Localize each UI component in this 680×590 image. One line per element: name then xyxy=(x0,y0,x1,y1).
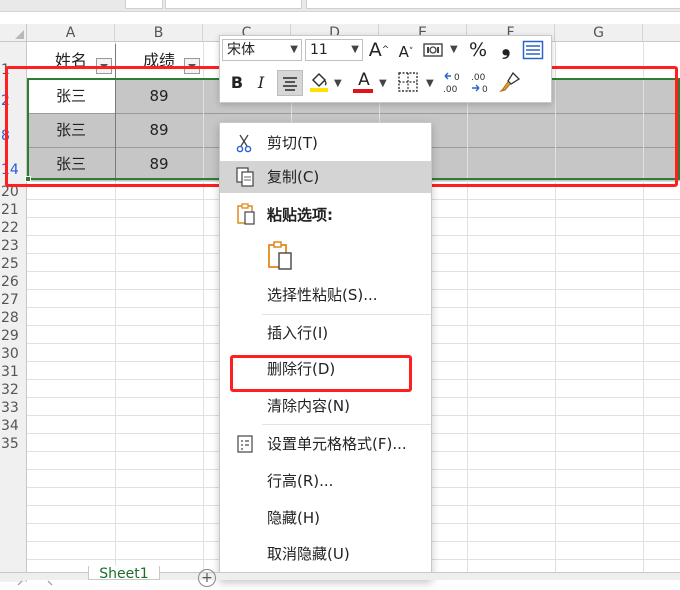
inc-decimal-label: .00 xyxy=(443,85,458,95)
row-header[interactable]: 26 xyxy=(0,273,27,291)
chevron-down-icon: ▼ xyxy=(290,44,298,55)
comma-style-button[interactable]: ❟ xyxy=(496,36,516,62)
row-header[interactable]: 34 xyxy=(0,417,27,435)
menu-separator xyxy=(262,314,431,315)
plus-icon: + xyxy=(201,570,213,586)
chevron-left-icon xyxy=(17,580,53,586)
paste-button[interactable] xyxy=(266,240,296,272)
annotation-box-delete-row xyxy=(230,355,412,392)
increase-decimal-button[interactable]: 0 .00 xyxy=(441,70,465,96)
clipboard-icon xyxy=(236,202,256,226)
paste-clipboard-icon xyxy=(268,241,292,270)
formula-input-edge[interactable] xyxy=(306,0,680,9)
menu-separator xyxy=(262,424,431,425)
decrease-decimal-button[interactable]: .00 0 xyxy=(469,70,493,96)
row-header[interactable]: 23 xyxy=(0,237,27,255)
menu-label: 取消隐藏(U) xyxy=(267,545,350,563)
wrap-text-button[interactable] xyxy=(522,40,544,60)
fill-color-bar xyxy=(310,88,328,92)
sheet-nav-arrows[interactable] xyxy=(4,574,64,586)
menu-label: 隐藏(H) xyxy=(267,509,320,527)
dec-decimal-label: .00 xyxy=(471,73,486,83)
menu-label: 剪切(T) xyxy=(267,134,318,152)
number-format-button[interactable] xyxy=(423,41,445,59)
percent-button[interactable]: % xyxy=(466,38,490,62)
row-header[interactable]: 33 xyxy=(0,399,27,417)
font-color-bar xyxy=(353,89,373,93)
scissors-icon xyxy=(236,133,252,153)
row-header[interactable]: 25 xyxy=(0,255,27,273)
column-header-a[interactable]: A xyxy=(27,24,115,42)
row-header[interactable]: 29 xyxy=(0,327,27,345)
add-sheet-button[interactable]: + xyxy=(198,569,216,587)
format-painter-button[interactable] xyxy=(498,70,522,94)
row-header[interactable]: 21 xyxy=(0,201,27,219)
menu-label: 行高(R)... xyxy=(267,472,334,490)
align-center-button[interactable] xyxy=(277,70,303,96)
currency-format-icon xyxy=(423,43,443,57)
menu-item-paste-special[interactable]: 选择性粘贴(S)... xyxy=(220,279,431,311)
shrink-font-button[interactable]: A˅ xyxy=(396,40,416,62)
formula-bar-strip xyxy=(0,0,680,12)
column-header-b[interactable]: B xyxy=(115,24,203,42)
align-center-icon xyxy=(283,77,297,91)
select-all-corner[interactable] xyxy=(0,24,27,42)
svg-text:0: 0 xyxy=(482,85,488,95)
row-header[interactable]: 22 xyxy=(0,219,27,237)
sheet-tab-sheet1[interactable]: Sheet1 xyxy=(88,566,160,580)
row-header[interactable]: 30 xyxy=(0,345,27,363)
menu-item-clear-contents[interactable]: 清除内容(N) xyxy=(220,390,431,422)
chevron-down-icon[interactable]: ▼ xyxy=(379,78,387,89)
wrap-icon xyxy=(522,40,544,60)
chevron-down-icon[interactable]: ▼ xyxy=(426,78,434,89)
borders-icon xyxy=(398,72,418,92)
fill-color-button[interactable] xyxy=(308,70,330,94)
menu-label: 插入行(I) xyxy=(267,324,329,342)
row-header[interactable]: 31 xyxy=(0,363,27,381)
row-header[interactable]: 27 xyxy=(0,291,27,309)
font-name-value: 宋体 xyxy=(227,42,255,58)
sheet-tab-label: Sheet1 xyxy=(99,566,149,580)
menu-item-insert-row[interactable]: 插入行(I) xyxy=(220,317,431,349)
chevron-down-icon[interactable]: ▼ xyxy=(450,44,458,55)
menu-label: 复制(C) xyxy=(267,168,320,186)
name-box-edge[interactable] xyxy=(125,0,163,9)
menu-label: 选择性粘贴(S)... xyxy=(267,286,378,304)
font-size-value: 11 xyxy=(310,42,328,58)
menu-item-row-height[interactable]: 行高(R)... xyxy=(220,465,431,497)
font-name-select[interactable]: 宋体 ▼ xyxy=(222,39,302,61)
font-color-button[interactable]: A xyxy=(353,68,375,90)
svg-text:0: 0 xyxy=(454,73,460,83)
row-header[interactable]: 28 xyxy=(0,309,27,327)
menu-label: 粘贴选项: xyxy=(267,206,333,224)
chevron-down-icon: ▼ xyxy=(351,44,359,55)
shrink-font-icon: A xyxy=(398,43,409,61)
increase-decimal-icon: 0 .00 xyxy=(443,72,460,95)
menu-label: 设置单元格格式(F)... xyxy=(267,435,407,453)
font-color-icon: A xyxy=(358,70,370,90)
column-header-g[interactable]: G xyxy=(555,24,643,42)
decrease-decimal-icon: .00 0 xyxy=(471,73,488,95)
italic-button[interactable]: I xyxy=(251,71,271,95)
grow-font-icon: A xyxy=(368,39,382,61)
bold-button[interactable]: B xyxy=(227,71,247,95)
format-cells-icon xyxy=(236,434,254,454)
row-header[interactable]: 32 xyxy=(0,381,27,399)
chevron-down-icon[interactable]: ▼ xyxy=(334,78,342,89)
borders-button[interactable] xyxy=(397,71,421,93)
menu-label: 清除内容(N) xyxy=(267,397,350,415)
menu-item-hide[interactable]: 隐藏(H) xyxy=(220,502,431,534)
paintbrush-icon xyxy=(499,71,521,93)
menu-item-unhide[interactable]: 取消隐藏(U) xyxy=(220,538,431,570)
row-header[interactable]: 35 xyxy=(0,435,27,453)
font-size-select[interactable]: 11 ▼ xyxy=(305,39,363,61)
grow-font-button[interactable]: A^ xyxy=(368,38,390,62)
copy-icon xyxy=(235,166,255,188)
formula-controls-edge[interactable] xyxy=(165,0,302,9)
